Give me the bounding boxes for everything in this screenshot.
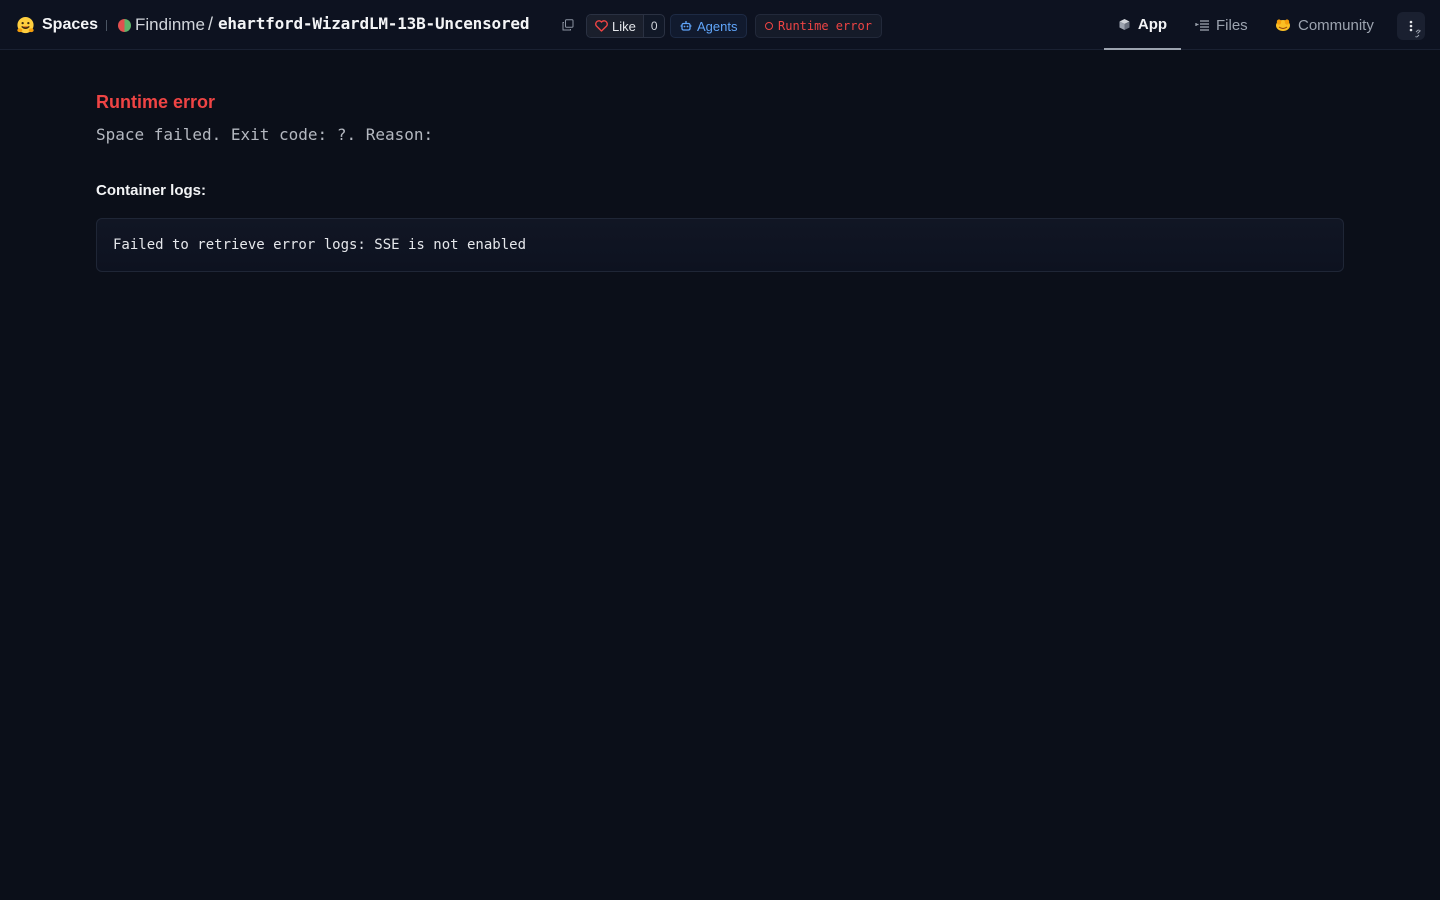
spaces-home-link[interactable]: Spaces xyxy=(16,14,98,36)
tab-files-label: Files xyxy=(1216,16,1248,34)
agents-button[interactable]: Agents xyxy=(670,14,748,38)
hugging-face-logo-icon xyxy=(17,16,34,33)
top-navbar: Spaces Findinme / ehartford-WizardLM-13B… xyxy=(0,0,1440,50)
like-group: Like 0 xyxy=(586,14,665,38)
tab-files[interactable]: Files xyxy=(1195,0,1248,50)
status-label: Runtime error xyxy=(778,19,872,33)
container-logs-heading: Container logs: xyxy=(96,182,207,199)
path-separator: / xyxy=(208,14,214,34)
nav-divider xyxy=(106,20,107,31)
tab-community-label: Community xyxy=(1298,16,1374,34)
error-title: Runtime error xyxy=(96,92,216,112)
space-name-link[interactable]: ehartford-WizardLM-13B-Uncensored xyxy=(218,14,529,33)
robot-icon xyxy=(680,21,692,31)
more-vertical-icon xyxy=(1409,20,1421,38)
status-badge: Runtime error xyxy=(755,14,882,38)
error-message: Space failed. Exit code: ?. Reason: xyxy=(96,125,434,144)
owner-name: Findinme xyxy=(135,15,205,34)
cube-icon xyxy=(1119,18,1130,30)
agents-label: Agents xyxy=(697,18,738,34)
status-dot-icon xyxy=(765,22,773,30)
tab-app[interactable]: App xyxy=(1104,0,1181,50)
tab-app-label: App xyxy=(1137,15,1168,33)
owner-avatar xyxy=(118,18,131,32)
like-count[interactable]: 0 xyxy=(644,19,664,33)
like-button[interactable]: Like xyxy=(587,15,644,37)
heart-icon xyxy=(595,20,608,32)
tab-community[interactable]: Community xyxy=(1275,0,1374,50)
community-icon xyxy=(1276,19,1290,31)
container-logs-panel: Failed to retrieve error logs: SSE is no… xyxy=(96,218,1344,272)
container-logs-text: Failed to retrieve error logs: SSE is no… xyxy=(113,237,527,253)
files-icon xyxy=(1195,20,1209,31)
like-label: Like xyxy=(612,18,636,34)
spaces-brand-label: Spaces xyxy=(42,16,99,33)
copy-icon[interactable] xyxy=(562,19,574,31)
owner-link[interactable]: Findinme xyxy=(118,15,205,35)
more-options-button[interactable] xyxy=(1397,12,1425,40)
